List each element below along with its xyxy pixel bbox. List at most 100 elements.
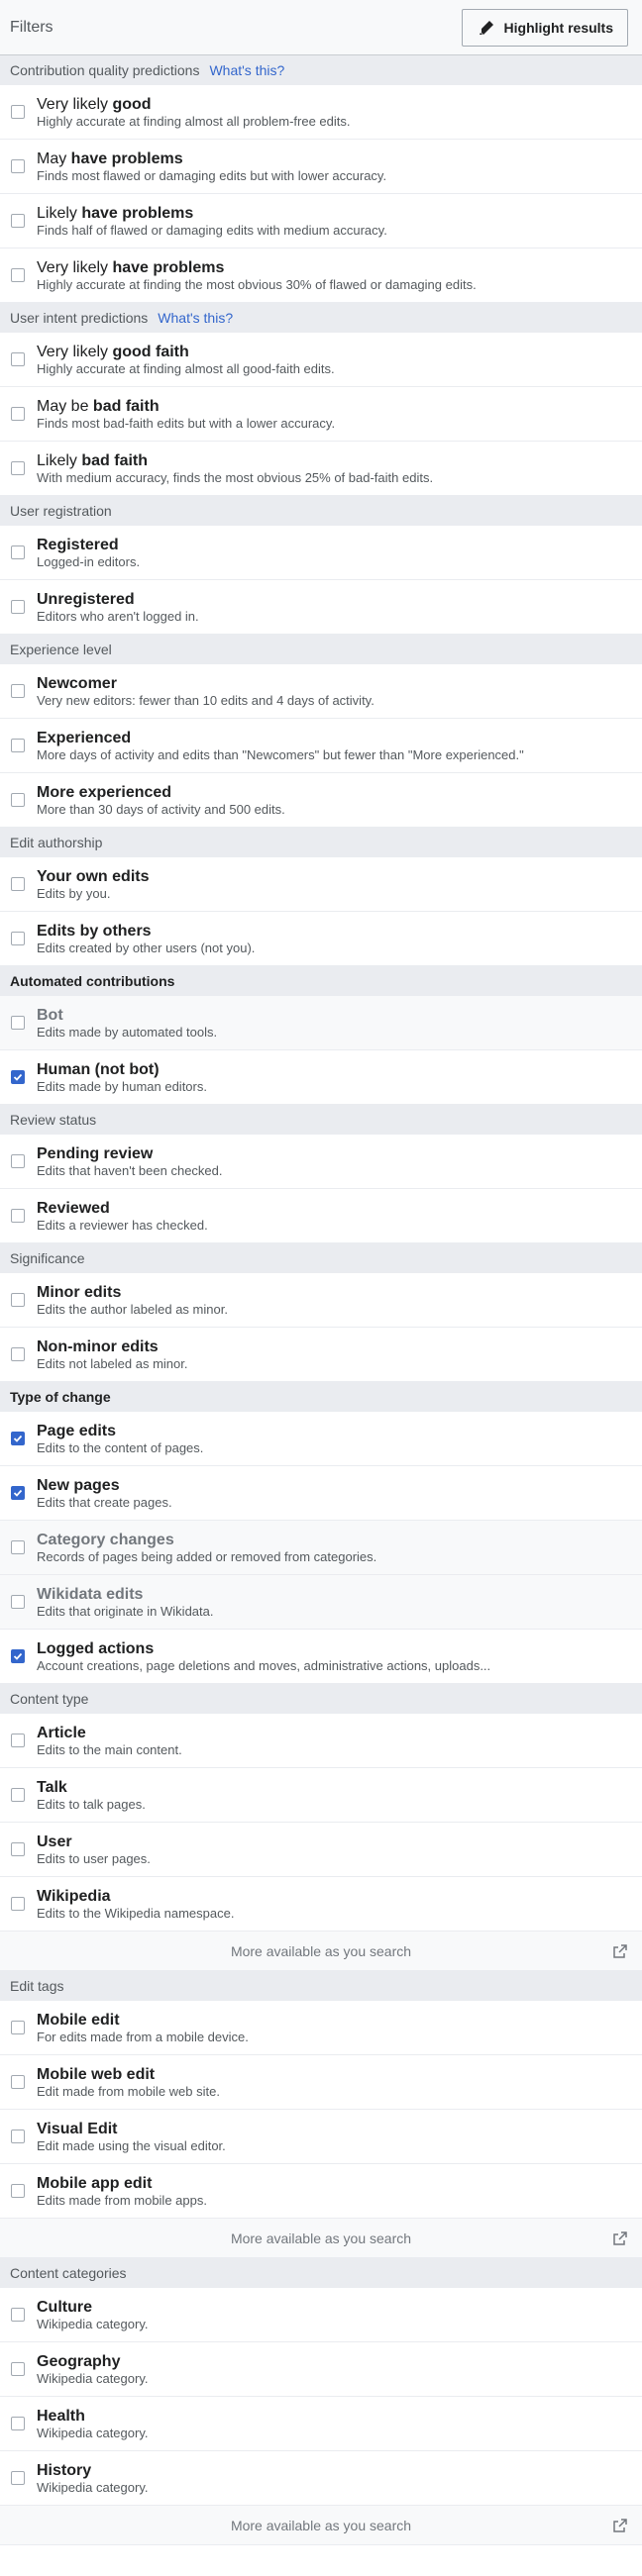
filter-item-wikipedia[interactable]: Wikipedia Edits to the Wikipedia namespac…	[0, 1877, 642, 1932]
filter-item-very-likely-good[interactable]: Very likely good Highly accurate at findi…	[0, 85, 642, 140]
filter-item-geography[interactable]: Geography Wikipedia category.	[0, 2342, 642, 2397]
filter-checkbox[interactable]	[11, 1842, 25, 1856]
filter-checkbox[interactable]	[11, 2362, 25, 2376]
more-available-row[interactable]: More available as you search	[0, 2219, 642, 2258]
filter-text: Culture Wikipedia category.	[37, 2298, 148, 2332]
filter-checkbox[interactable]	[11, 2308, 25, 2322]
filter-description: With medium accuracy, finds the most obv…	[37, 469, 434, 485]
filter-label-strong: Article	[37, 1724, 86, 1741]
filter-checkbox[interactable]	[11, 1897, 25, 1911]
filter-item-talk[interactable]: Talk Edits to talk pages.	[0, 1768, 642, 1823]
filter-item-wikidata-edits[interactable]: Wikidata edits Edits that originate in Wi…	[0, 1575, 642, 1630]
filter-checkbox[interactable]	[11, 2130, 25, 2143]
filter-description: Edits not labeled as minor.	[37, 1355, 188, 1371]
whats-this-link[interactable]: What's this?	[209, 62, 284, 78]
filter-checkbox[interactable]	[11, 2471, 25, 2485]
filter-label: Non-minor edits	[37, 1338, 187, 1356]
filter-checkbox[interactable]	[11, 1154, 25, 1168]
filter-checkbox[interactable]	[11, 1540, 25, 1554]
filter-item-minor-edits[interactable]: Minor edits Edits the author labeled as m…	[0, 1273, 642, 1328]
filter-description: Edits to the Wikipedia namespace.	[37, 1905, 235, 1921]
filter-checkbox[interactable]	[11, 1649, 25, 1663]
filter-checkbox[interactable]	[11, 1016, 25, 1030]
filter-item-may-have-problems[interactable]: May have problems Finds most flawed or da…	[0, 140, 642, 194]
section-header-type-of-change: Type of change	[0, 1382, 642, 1412]
filter-item-reviewed[interactable]: Reviewed Edits a reviewer has checked.	[0, 1189, 642, 1243]
filter-checkbox[interactable]	[11, 159, 25, 173]
filter-label: Edits by others	[37, 922, 255, 941]
filter-item-experienced[interactable]: Experienced More days of activity and edi…	[0, 719, 642, 773]
filter-checkbox[interactable]	[11, 1209, 25, 1223]
highlight-results-button[interactable]: Highlight results	[461, 8, 628, 47]
more-available-row[interactable]: More available as you search	[0, 1932, 642, 1971]
filter-checkbox[interactable]	[11, 1595, 25, 1609]
filter-item-category-changes[interactable]: Category changes Records of pages being a…	[0, 1521, 642, 1575]
filter-checkbox[interactable]	[11, 1070, 25, 1084]
filter-checkbox[interactable]	[11, 600, 25, 614]
filter-item-human-not-bot[interactable]: Human (not bot) Edits made by human edito…	[0, 1050, 642, 1105]
filter-item-likely-have-problems[interactable]: Likely have problems Finds half of flawed…	[0, 194, 642, 248]
filter-checkbox[interactable]	[11, 793, 25, 807]
filter-checkbox[interactable]	[11, 1293, 25, 1307]
filter-item-new-pages[interactable]: New pages Edits that create pages.	[0, 1466, 642, 1521]
whats-this-link[interactable]: What's this?	[158, 310, 233, 326]
filter-checkbox[interactable]	[11, 2021, 25, 2034]
filter-item-culture[interactable]: Culture Wikipedia category.	[0, 2288, 642, 2342]
filter-label-strong: Pending review	[37, 1144, 154, 1162]
filter-item-mobile-edit[interactable]: Mobile edit For edits made from a mobile …	[0, 2001, 642, 2055]
filter-checkbox[interactable]	[11, 739, 25, 752]
filter-checkbox[interactable]	[11, 352, 25, 366]
filter-text: Mobile app edit Edits made from mobile ap…	[37, 2174, 207, 2209]
external-link-icon[interactable]	[612, 2518, 628, 2533]
filter-checkbox[interactable]	[11, 1486, 25, 1500]
section-title: Edit tags	[10, 1978, 64, 1994]
filter-item-user[interactable]: User Edits to user pages.	[0, 1823, 642, 1877]
filter-checkbox[interactable]	[11, 2075, 25, 2089]
filter-item-health[interactable]: Health Wikipedia category.	[0, 2397, 642, 2451]
filter-checkbox[interactable]	[11, 684, 25, 698]
more-available-row[interactable]: More available as you search	[0, 2506, 642, 2545]
filter-checkbox[interactable]	[11, 877, 25, 891]
filter-checkbox[interactable]	[11, 461, 25, 475]
filter-item-very-likely-have-problems[interactable]: Very likely have problems Highly accurate…	[0, 248, 642, 303]
filter-description: Finds most flawed or damaging edits but …	[37, 167, 387, 183]
filter-item-history[interactable]: History Wikipedia category.	[0, 2451, 642, 2506]
filter-item-very-likely-good-faith[interactable]: Very likely good faith Highly accurate at…	[0, 333, 642, 387]
filter-item-visual-edit[interactable]: Visual Edit Edit made using the visual ed…	[0, 2110, 642, 2164]
filter-item-may-be-bad-faith[interactable]: May be bad faith Finds most bad-faith edi…	[0, 387, 642, 442]
filter-checkbox[interactable]	[11, 932, 25, 945]
filter-item-edits-by-others[interactable]: Edits by others Edits created by other us…	[0, 912, 642, 966]
filter-item-more-experienced[interactable]: More experienced More than 30 days of act…	[0, 773, 642, 828]
filter-checkbox[interactable]	[11, 407, 25, 421]
external-link-icon[interactable]	[612, 2230, 628, 2246]
filter-checkbox[interactable]	[11, 105, 25, 119]
filter-description: Highly accurate at finding almost all pr…	[37, 113, 351, 129]
filter-item-likely-bad-faith[interactable]: Likely bad faith With medium accuracy, fi…	[0, 442, 642, 496]
filter-item-registered[interactable]: Registered Logged-in editors.	[0, 526, 642, 580]
filter-label-prefix: Very likely	[37, 95, 113, 113]
filter-item-mobile-app-edit[interactable]: Mobile app edit Edits made from mobile ap…	[0, 2164, 642, 2219]
filter-label-strong: Minor edits	[37, 1283, 122, 1301]
filter-checkbox[interactable]	[11, 1432, 25, 1445]
filter-item-newcomer[interactable]: Newcomer Very new editors: fewer than 10 …	[0, 664, 642, 719]
filter-item-mobile-web-edit[interactable]: Mobile web edit Edit made from mobile web…	[0, 2055, 642, 2110]
filter-item-article[interactable]: Article Edits to the main content.	[0, 1714, 642, 1768]
filter-item-logged-actions[interactable]: Logged actions Account creations, page de…	[0, 1630, 642, 1684]
filter-checkbox[interactable]	[11, 214, 25, 228]
filter-checkbox[interactable]	[11, 2417, 25, 2430]
filter-item-pending-review[interactable]: Pending review Edits that haven't been ch…	[0, 1135, 642, 1189]
external-link-icon[interactable]	[612, 1943, 628, 1959]
filter-item-bot[interactable]: Bot Edits made by automated tools.	[0, 996, 642, 1050]
filter-checkbox[interactable]	[11, 268, 25, 282]
filter-checkbox[interactable]	[11, 545, 25, 559]
filter-item-non-minor-edits[interactable]: Non-minor edits Edits not labeled as mino…	[0, 1328, 642, 1382]
section-title: Type of change	[10, 1389, 111, 1405]
filter-checkbox[interactable]	[11, 1788, 25, 1802]
filter-item-unregistered[interactable]: Unregistered Editors who aren't logged in…	[0, 580, 642, 635]
filter-checkbox[interactable]	[11, 1734, 25, 1747]
filter-checkbox[interactable]	[11, 1347, 25, 1361]
filter-item-page-edits[interactable]: Page edits Edits to the content of pages.	[0, 1412, 642, 1466]
filter-checkbox[interactable]	[11, 2184, 25, 2198]
filter-item-your-own-edits[interactable]: Your own edits Edits by you.	[0, 857, 642, 912]
section-header-content-categories: Content categories	[0, 2258, 642, 2288]
